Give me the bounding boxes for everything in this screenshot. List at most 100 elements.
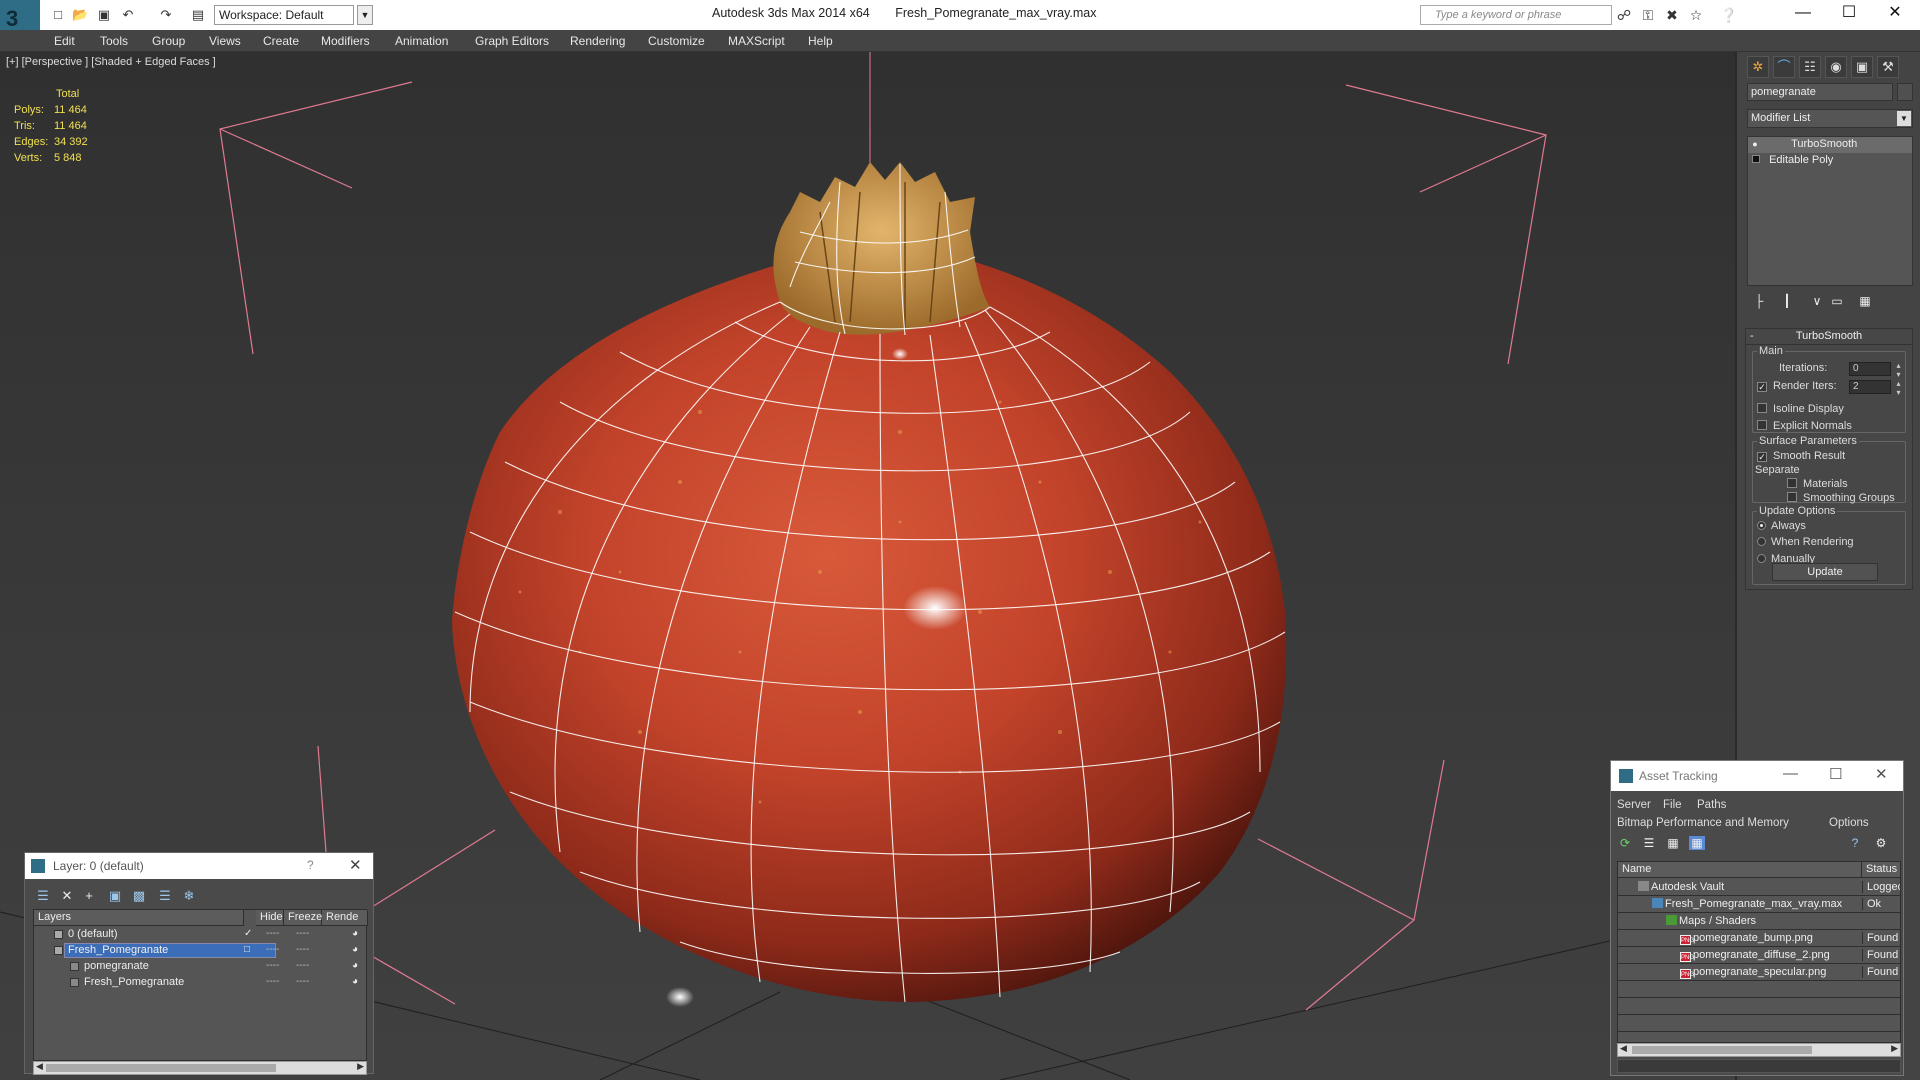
scroll-left-icon[interactable]: ◀ xyxy=(36,1061,43,1072)
smooth-result-checkbox[interactable]: ✓ xyxy=(1757,452,1767,462)
menu-create[interactable]: Create xyxy=(263,34,299,48)
render-teapot-icon[interactable]: ◕ xyxy=(352,944,358,955)
table-view-icon[interactable]: ▦ xyxy=(1689,836,1705,850)
modifier-list-dropdown-icon[interactable]: ▼ xyxy=(1897,111,1911,126)
show-end-result-icon[interactable]: ┃ xyxy=(1779,294,1795,308)
scroll-thumb[interactable] xyxy=(1632,1046,1812,1054)
isoline-checkbox[interactable] xyxy=(1757,403,1767,413)
layer-row[interactable]: Fresh_Pomegranate □ ---- ---- ◕ xyxy=(34,943,368,959)
menu-bitmap-performance[interactable]: Bitmap Performance and Memory xyxy=(1617,817,1789,829)
refresh-icon[interactable]: ⟳ xyxy=(1617,836,1633,850)
menu-help[interactable]: Help xyxy=(808,34,833,48)
layer-row[interactable]: Fresh_Pomegranate ---- ---- ◕ xyxy=(34,975,368,991)
modifier-list-select[interactable]: Modifier List ▼ xyxy=(1747,109,1913,128)
column-freeze[interactable]: Freeze xyxy=(284,910,322,926)
menu-server[interactable]: Server xyxy=(1617,799,1651,811)
radio-manually[interactable] xyxy=(1757,554,1766,563)
set-current-icon[interactable]: □ xyxy=(244,944,250,955)
menu-maxscript[interactable]: MAXScript xyxy=(728,34,785,48)
column-layers[interactable]: Layers xyxy=(34,910,244,926)
layer-horizontal-scrollbar[interactable]: ◀ ▶ xyxy=(33,1061,367,1075)
minimize-button[interactable]: — xyxy=(1783,765,1798,782)
asset-row[interactable]: Autodesk Vault Logged xyxy=(1618,879,1900,896)
freeze-all-icon[interactable]: ❄ xyxy=(181,888,197,903)
asset-path-field[interactable] xyxy=(1617,1059,1901,1073)
asset-row[interactable]: Fresh_Pomegranate_max_vray.max Ok xyxy=(1618,896,1900,913)
collapse-icon[interactable]: - xyxy=(1750,329,1754,344)
project-folder-icon[interactable]: ▤ xyxy=(190,8,206,22)
column-status[interactable]: Status xyxy=(1862,862,1900,878)
binoculars-icon[interactable]: ☍ xyxy=(1616,7,1632,23)
render-teapot-icon[interactable]: ◕ xyxy=(352,928,358,939)
object-name-field[interactable]: pomegranate xyxy=(1747,83,1893,101)
display-tab-icon[interactable]: ▣ xyxy=(1851,56,1873,78)
iterations-spinner[interactable]: 0 xyxy=(1849,361,1902,379)
redo-icon[interactable]: ↷ xyxy=(158,8,174,22)
update-button[interactable]: Update xyxy=(1772,563,1878,581)
thumbnail-view-icon[interactable]: ▦ xyxy=(1665,836,1681,850)
close-button[interactable]: ✕ xyxy=(1872,0,1918,30)
render-iters-spinner[interactable]: 2 xyxy=(1849,379,1902,397)
layer-row[interactable]: pomegranate ---- ---- ◕ xyxy=(34,959,368,975)
update-when-rendering-radio[interactable]: When Rendering xyxy=(1757,536,1854,548)
help-icon[interactable]: ? xyxy=(307,858,314,872)
radio-always[interactable] xyxy=(1757,521,1766,530)
maximize-button[interactable]: ☐ xyxy=(1826,0,1872,30)
workspace-dropdown-icon[interactable]: ▼ xyxy=(357,5,373,25)
modifier-stack[interactable]: ● TurboSmooth Editable Poly xyxy=(1747,136,1913,286)
menu-views[interactable]: Views xyxy=(209,34,241,48)
close-icon[interactable]: ✕ xyxy=(349,856,362,874)
utilities-tab-icon[interactable]: ⚒ xyxy=(1877,56,1899,78)
exchange-icon[interactable]: ✖ xyxy=(1664,7,1680,23)
asset-window-titlebar[interactable]: Asset Tracking — ☐ ✕ xyxy=(1611,761,1903,791)
smoothing-groups-row[interactable]: Smoothing Groups xyxy=(1787,492,1895,504)
menu-edit[interactable]: Edit xyxy=(54,34,75,48)
asset-row[interactable]: PNGpomegranate_specular.png Found xyxy=(1618,964,1900,981)
asset-row[interactable]: Maps / Shaders xyxy=(1618,913,1900,930)
configure-sets-icon[interactable]: ▦ xyxy=(1857,294,1873,308)
render-iters-row[interactable]: ✓ Render Iters: xyxy=(1757,380,1837,392)
explicit-normals-checkbox[interactable] xyxy=(1757,420,1767,430)
smooth-result-row[interactable]: ✓ Smooth Result xyxy=(1757,450,1845,462)
scroll-left-icon[interactable]: ◀ xyxy=(1620,1043,1627,1054)
column-render[interactable]: Rende xyxy=(322,910,368,926)
menu-paths[interactable]: Paths xyxy=(1697,799,1726,811)
asset-table[interactable]: Name Status Autodesk Vault Logged Fresh_… xyxy=(1617,861,1901,1043)
render-teapot-icon[interactable]: ◕ xyxy=(352,976,358,987)
menu-options[interactable]: Options xyxy=(1829,817,1869,829)
hierarchy-tab-icon[interactable]: ☷ xyxy=(1799,56,1821,78)
favorites-star-icon[interactable]: ☆ xyxy=(1688,7,1704,23)
add-to-layer-icon[interactable]: + xyxy=(81,888,97,903)
materials-checkbox[interactable] xyxy=(1787,478,1797,488)
asset-horizontal-scrollbar[interactable]: ◀ ▶ xyxy=(1617,1043,1901,1057)
menu-rendering[interactable]: Rendering xyxy=(570,34,625,48)
column-hide[interactable]: Hide xyxy=(256,910,284,926)
stack-item-turbosmooth[interactable]: ● TurboSmooth xyxy=(1748,137,1912,153)
close-button[interactable]: ✕ xyxy=(1875,765,1888,783)
explicit-normals-row[interactable]: Explicit Normals xyxy=(1757,420,1852,432)
workspace-select[interactable]: Workspace: Default ▼ xyxy=(214,5,373,25)
modify-tab-icon[interactable]: ⌒ xyxy=(1773,56,1795,78)
menu-graph-editors[interactable]: Graph Editors xyxy=(475,34,549,48)
select-objects-icon[interactable]: ▣ xyxy=(107,888,123,903)
menu-group[interactable]: Group xyxy=(152,34,185,48)
settings-icon[interactable]: ⚙ xyxy=(1873,836,1889,850)
key-icon[interactable]: ⚿ xyxy=(1640,7,1656,23)
help-icon[interactable]: ? xyxy=(1847,836,1863,850)
stack-item-editable-poly[interactable]: Editable Poly xyxy=(1748,153,1912,169)
render-teapot-icon[interactable]: ◕ xyxy=(352,960,358,971)
layer-table[interactable]: Layers Hide Freeze Rende 0 (default) ✓ -… xyxy=(33,909,368,1061)
search-input[interactable]: Type a keyword or phrase xyxy=(1420,5,1612,25)
menu-file[interactable]: File xyxy=(1663,799,1682,811)
isoline-display-row[interactable]: Isoline Display xyxy=(1757,403,1844,415)
scroll-right-icon[interactable]: ▶ xyxy=(357,1061,364,1072)
smoothing-groups-checkbox[interactable] xyxy=(1787,492,1797,502)
help-icon[interactable]: ❔ xyxy=(1720,7,1737,23)
pin-stack-icon[interactable]: ├ xyxy=(1751,294,1767,308)
maximize-button[interactable]: ☐ xyxy=(1829,765,1842,783)
render-iters-checkbox[interactable]: ✓ xyxy=(1757,382,1767,392)
open-file-icon[interactable]: 📂 xyxy=(72,8,88,22)
column-name[interactable]: Name xyxy=(1618,862,1862,878)
asset-row[interactable]: PNGpomegranate_diffuse_2.png Found xyxy=(1618,947,1900,964)
rollout-header[interactable]: - TurboSmooth xyxy=(1746,329,1912,345)
